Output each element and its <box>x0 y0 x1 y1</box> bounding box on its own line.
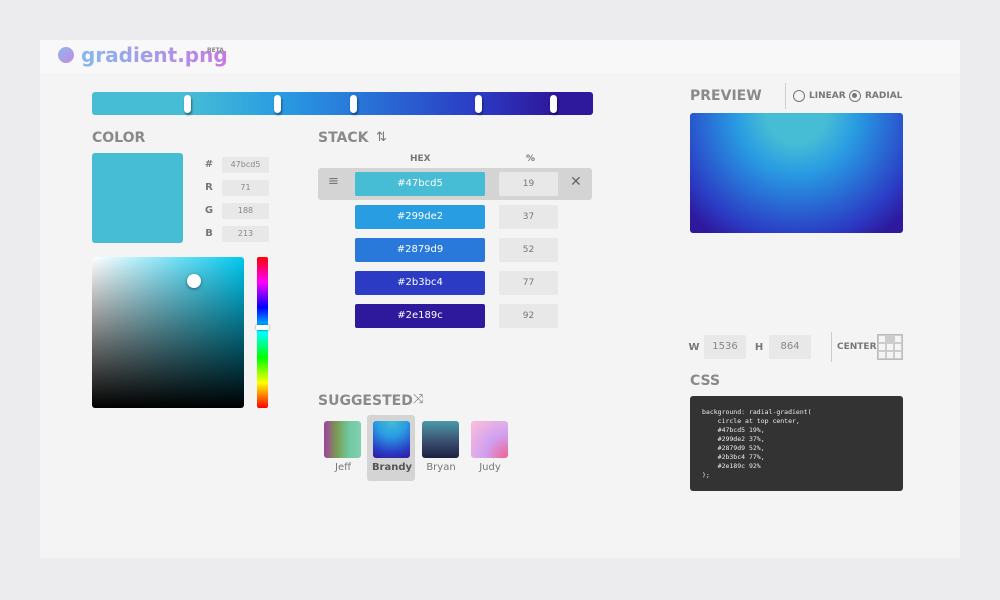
stop-pct-input[interactable]: 37 <box>499 205 558 229</box>
height-input[interactable]: 864 <box>769 335 811 359</box>
color-title: COLOR <box>92 130 146 146</box>
stop-handle[interactable] <box>274 95 282 113</box>
suggestion-label[interactable]: Bryan <box>416 462 466 473</box>
preview-title: PREVIEW <box>690 88 762 104</box>
stop-handle[interactable] <box>349 95 357 113</box>
field-label: # <box>204 159 214 170</box>
stop-hex-button[interactable]: #47bcd5 <box>355 172 485 196</box>
remove-stop-icon[interactable]: ✕ <box>570 174 582 190</box>
suggestion-label[interactable]: Judy <box>465 462 515 473</box>
picker-knob[interactable] <box>187 274 201 288</box>
color-field-input[interactable]: 213 <box>222 226 269 242</box>
stop-hex-button[interactable]: #2b3bc4 <box>355 271 485 295</box>
header: gradient.png BETA <box>40 40 960 73</box>
stop-hex-button[interactable]: #2e189c <box>355 304 485 328</box>
width-input[interactable]: 1536 <box>704 335 746 359</box>
shuffle-icon[interactable]: ⤨ <box>413 392 423 407</box>
color-field-input[interactable]: 47bcd5 <box>222 157 269 173</box>
color-field-input[interactable]: 188 <box>222 203 269 219</box>
width-label: W <box>688 342 700 353</box>
color-field-input[interactable]: 71 <box>222 180 269 196</box>
hex-header: HEX <box>410 154 431 164</box>
suggestion-thumb[interactable] <box>422 421 459 458</box>
suggestion-thumb[interactable] <box>324 421 361 458</box>
divider <box>785 83 786 109</box>
radio-radial[interactable]: RADIAL <box>849 90 902 102</box>
suggested-title: SUGGESTED <box>318 393 413 409</box>
stop-handle[interactable] <box>184 95 192 113</box>
css-code[interactable]: background: radial-gradient( circle at t… <box>690 396 903 491</box>
stop-pct-input[interactable]: 19 <box>499 172 558 196</box>
saturation-picker[interactable] <box>92 257 244 408</box>
gradient-bar[interactable] <box>92 92 593 115</box>
suggestion-label[interactable]: Jeff <box>318 462 368 473</box>
sort-icon[interactable]: ⇅ <box>376 130 387 145</box>
beta-badge: BETA <box>207 47 224 54</box>
position-label: CENTER <box>837 342 877 352</box>
field-label: B <box>205 228 213 239</box>
radio-linear[interactable]: LINEAR <box>793 90 846 102</box>
stop-hex-button[interactable]: #299de2 <box>355 205 485 229</box>
suggestion-label[interactable]: Brandy <box>367 462 417 473</box>
app-card: gradient.png BETA COLOR #47bcd5 R 71 G 188 B 2… <box>40 40 960 558</box>
pct-header: % <box>526 154 536 164</box>
position-grid[interactable] <box>877 334 903 360</box>
stop-hex-button[interactable]: #2879d9 <box>355 238 485 262</box>
css-title: CSS <box>690 373 721 389</box>
stop-handle[interactable] <box>549 95 557 113</box>
logo-icon <box>58 47 74 63</box>
stop-pct-input[interactable]: 52 <box>499 238 558 262</box>
color-swatch <box>92 153 183 243</box>
stop-pct-input[interactable]: 92 <box>499 304 558 328</box>
hue-handle[interactable] <box>256 325 269 330</box>
field-label: G <box>204 205 214 216</box>
field-label: R <box>205 182 213 193</box>
suggestion-thumb[interactable] <box>373 421 410 458</box>
stack-title: STACK <box>318 130 369 146</box>
suggestion-thumb[interactable] <box>471 421 508 458</box>
hue-slider[interactable] <box>256 257 269 408</box>
app-title: gradient.png <box>81 43 228 67</box>
stop-handle[interactable] <box>474 95 482 113</box>
drag-handle-icon[interactable]: ≡ <box>328 174 339 189</box>
height-label: H <box>754 342 764 353</box>
divider <box>831 332 832 362</box>
stop-pct-input[interactable]: 77 <box>499 271 558 295</box>
gradient-preview <box>690 113 903 233</box>
